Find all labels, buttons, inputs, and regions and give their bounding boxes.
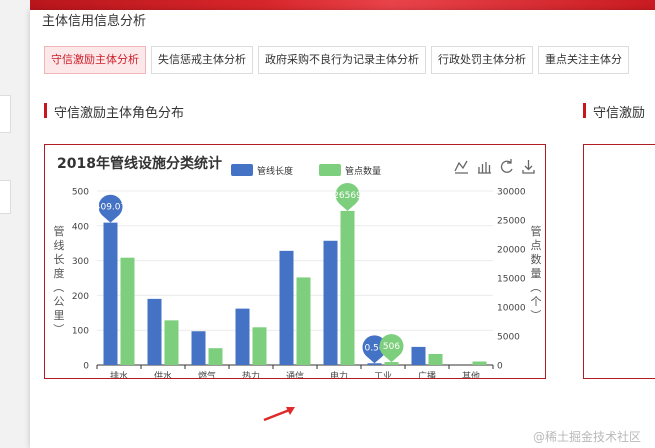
legend-label-series-1: 管点数量: [345, 165, 381, 177]
bar-series-1: [340, 210, 355, 365]
bar-series-1: [208, 348, 223, 365]
download-icon[interactable]: [522, 160, 535, 174]
x-tick-label: 排水: [110, 370, 128, 378]
y-tick-right: 15000: [497, 275, 526, 285]
bar-chart: 2018年管线设施分类统计 管线长度 管点数量0100200300400500050…: [52, 155, 542, 382]
svg-text:里: 里: [54, 309, 65, 322]
x-tick-label: 电力: [330, 370, 348, 378]
bar-series-0: [103, 222, 118, 365]
chart-panel-right: [583, 144, 655, 379]
markpoint-label: 26569: [333, 191, 362, 201]
svg-text:量: 量: [531, 267, 542, 280]
markpoint-label: 506: [383, 342, 400, 352]
bar-series-0: [279, 250, 294, 365]
svg-text:个: 个: [531, 295, 542, 308]
svg-text:）: ）: [52, 324, 65, 335]
y-tick-left: 200: [72, 292, 89, 302]
tab-procurement-misconduct[interactable]: 政府采购不良行为记录主体分析: [258, 46, 426, 74]
modal-title: 主体信用信息分析: [42, 14, 147, 29]
tab-credit-incentive[interactable]: 守信激励主体分析: [44, 46, 146, 74]
y-tick-left: 100: [72, 327, 89, 337]
bar-series-0: [411, 346, 426, 365]
svg-text:线: 线: [54, 238, 65, 252]
svg-text:度: 度: [54, 266, 65, 280]
x-tick-label: 其他: [462, 370, 480, 378]
svg-text:点: 点: [531, 239, 542, 252]
bar-chart-icon[interactable]: [478, 162, 491, 174]
bar-series-1: [120, 257, 135, 365]
y-axis-label-right: 管点数量 （ 个 ）: [529, 224, 542, 321]
bar-series-0: [323, 240, 338, 365]
refresh-icon[interactable]: [500, 159, 513, 173]
svg-text:管: 管: [531, 224, 542, 238]
markpoint-label: 409.07: [95, 203, 127, 213]
tab-administrative-penalty[interactable]: 行政处罚主体分析: [431, 46, 533, 74]
legend-swatch-series-0: [231, 164, 253, 176]
x-tick-label: 供水: [154, 370, 172, 378]
x-tick-label: 工业: [374, 371, 392, 378]
x-tick-label: 通信: [286, 370, 304, 378]
y-tick-left: 500: [72, 188, 89, 198]
x-tick-label: 热力: [242, 370, 260, 378]
y-tick-right: 5000: [497, 333, 520, 343]
svg-text:）: ）: [529, 310, 542, 321]
y-axis-label-left: 管线长度 （ 公里 ）: [52, 224, 65, 335]
bar-series-0: [191, 331, 206, 365]
x-tick-label: 燃气: [198, 370, 216, 378]
svg-text:数: 数: [531, 253, 542, 266]
bar-series-1: [428, 353, 443, 365]
background-card: [0, 180, 11, 214]
tab-credit-punishment[interactable]: 失信惩戒主体分析: [151, 46, 253, 74]
y-tick-right: 30000: [497, 188, 526, 198]
svg-text:管: 管: [54, 224, 65, 238]
svg-text:公: 公: [54, 295, 65, 308]
bar-series-0: [367, 363, 382, 365]
bar-series-1: [296, 277, 311, 365]
bar-series-1: [472, 361, 487, 365]
section-title-role-distribution: 守信激励主体角色分布: [44, 102, 184, 121]
y-tick-right: 0: [497, 362, 503, 372]
tab-key-focus[interactable]: 重点关注主体分: [538, 46, 629, 74]
watermark: @稀土掘金技术社区: [532, 430, 641, 444]
arrow-annotation: [263, 407, 295, 422]
x-tick-label: 广播: [418, 370, 436, 378]
svg-text:（: （: [529, 282, 542, 293]
svg-text:长: 长: [54, 253, 65, 266]
line-chart-icon[interactable]: [454, 160, 468, 174]
y-tick-right: 25000: [497, 217, 526, 227]
y-tick-left: 0: [83, 362, 89, 372]
background-card: [0, 95, 11, 133]
bar-series-0: [235, 308, 250, 365]
bar-series-1: [384, 362, 399, 365]
bar-series-1: [252, 327, 267, 365]
y-tick-left: 400: [72, 222, 89, 232]
background-left-panel: [0, 0, 30, 448]
chart-panel: 2018年管线设施分类统计 管线长度 管点数量 0 100 200 300 400 500 0 50…: [44, 144, 546, 382]
legend-swatch-series-1: [319, 164, 341, 176]
legend-label-series-0: 管线长度: [257, 165, 293, 177]
analysis-modal: 主体信用信息分析 守信激励主体分析 失信惩戒主体分析 政府采购不良行为记录主体分析行…: [30, 10, 655, 448]
bar-series-0: [147, 298, 162, 365]
tab-bar: 守信激励主体分析 失信惩戒主体分析 政府采购不良行为记录主体分析 行政处罚主体分析 重点…: [44, 46, 634, 74]
svg-text:（: （: [52, 282, 65, 293]
bar-series-1: [164, 320, 179, 365]
y-tick-right: 20000: [497, 246, 526, 256]
y-tick-right: 10000: [497, 304, 526, 314]
section-title-right: 守信激励: [583, 102, 645, 121]
y-tick-left: 300: [72, 257, 89, 267]
chart-title: 2018年管线设施分类统计: [57, 155, 222, 172]
